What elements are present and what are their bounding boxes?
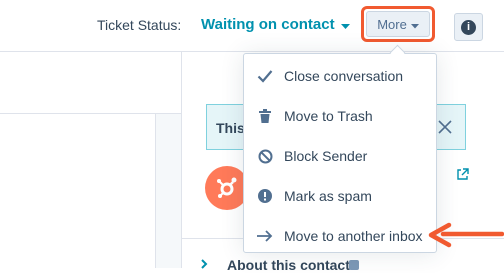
chevron-down-icon: [340, 17, 350, 34]
external-link-icon[interactable]: [456, 168, 469, 184]
menu-item-label: Block Sender: [284, 148, 368, 164]
more-button[interactable]: More: [366, 11, 430, 37]
menu-item-close-conversation[interactable]: Close conversation: [244, 58, 436, 94]
ticket-status-value: Waiting on contact: [201, 16, 335, 33]
trash-icon: [257, 109, 273, 123]
menu-item-mark-as-spam[interactable]: Mark as spam: [244, 178, 436, 214]
menu-item-label: Move to Trash: [284, 108, 373, 124]
menu-item-move-to-another-inbox[interactable]: Move to another inbox: [244, 218, 436, 254]
more-button-label: More: [377, 16, 407, 32]
ticket-status-label: Ticket Status:: [97, 17, 182, 33]
close-icon[interactable]: [438, 118, 452, 139]
hubspot-sprocket-icon: [217, 177, 237, 198]
chevron-right-icon: [201, 258, 208, 272]
ticket-status-dropdown[interactable]: Waiting on contact: [201, 16, 350, 34]
menu-item-block-sender[interactable]: Block Sender: [244, 138, 436, 174]
menu-item-label: Mark as spam: [284, 188, 372, 204]
divider: [0, 113, 181, 114]
right-pane-divider: [181, 52, 182, 268]
check-icon: [257, 69, 273, 83]
left-pane-strip: [155, 114, 181, 268]
info-card-text: This: [216, 120, 245, 136]
info-icon: i: [461, 19, 476, 35]
annotation-arrow-icon: [428, 222, 504, 248]
menu-item-label: Move to another inbox: [284, 228, 423, 244]
settings-badge-icon: [349, 260, 359, 270]
menu-item-label: Close conversation: [284, 68, 404, 84]
menu-item-move-to-trash[interactable]: Move to Trash: [244, 98, 436, 134]
about-contact-label: About this contact: [227, 257, 350, 273]
info-button[interactable]: i: [454, 13, 483, 41]
block-icon: [257, 149, 273, 164]
chevron-down-icon: [410, 17, 419, 32]
arrow-right-icon: [257, 230, 273, 242]
spam-icon: [257, 189, 273, 203]
